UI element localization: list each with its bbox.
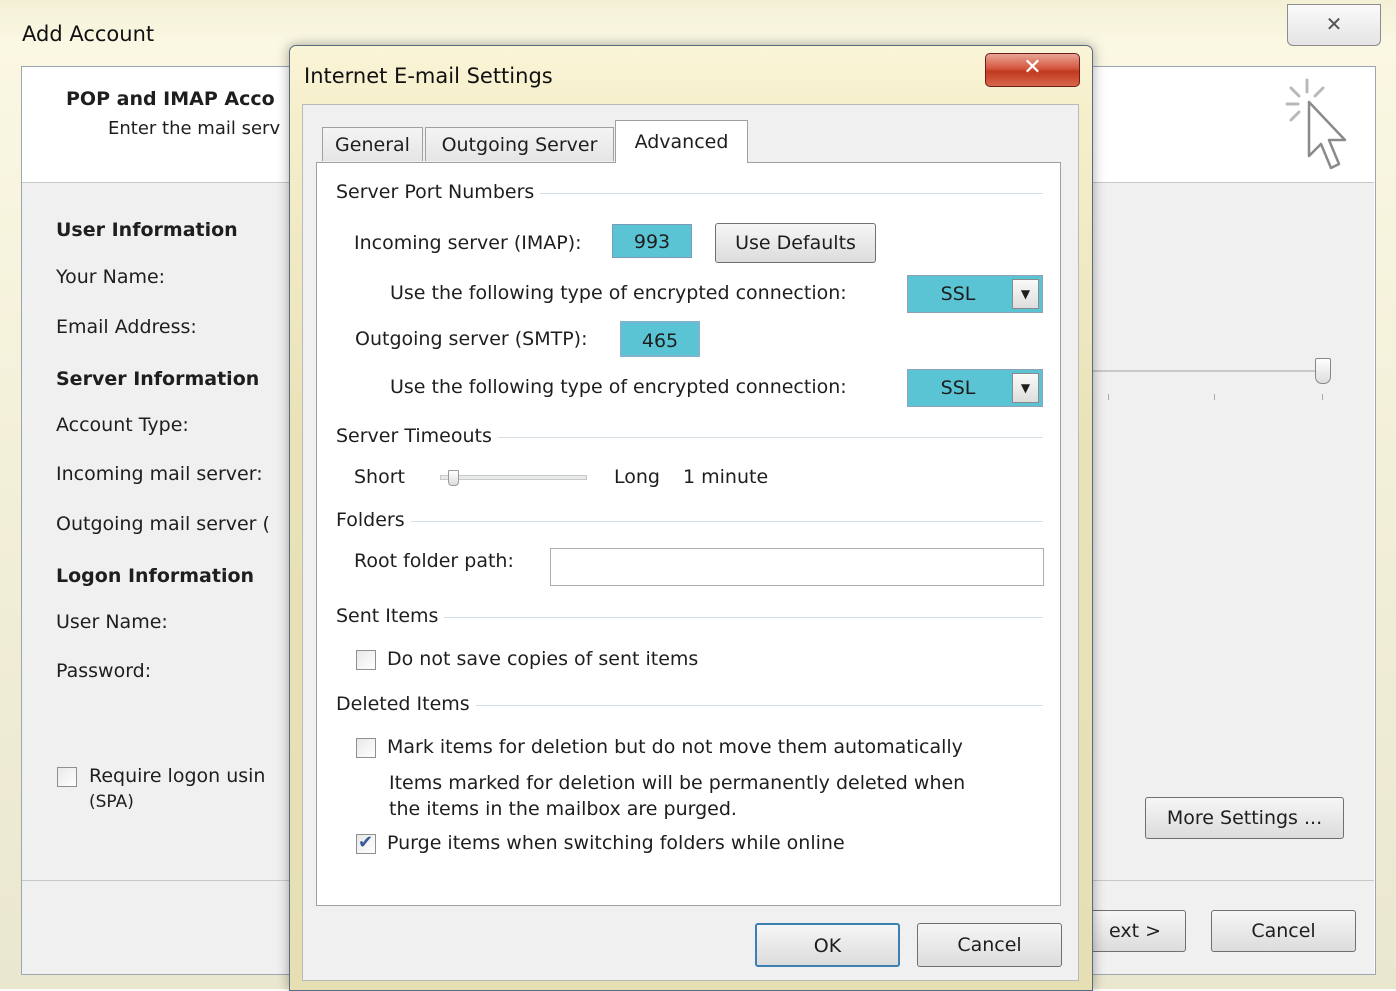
bg-slider-track (1092, 370, 1324, 372)
timeout-slider-thumb[interactable] (448, 470, 459, 486)
tab-outgoing-server[interactable]: Outgoing Server (425, 127, 614, 161)
account-type-label: Account Type: (56, 414, 189, 436)
outgoing-encryption-select[interactable]: SSL ▼ (907, 369, 1043, 407)
your-name-label: Your Name: (56, 266, 166, 288)
incoming-encryption-value: SSL (940, 283, 976, 305)
incoming-server-label: Incoming server (IMAP): (354, 232, 582, 254)
use-defaults-button[interactable]: Use Defaults (715, 223, 876, 263)
deletion-note-line1: Items marked for deletion will be perman… (389, 772, 966, 794)
slider-tick (1108, 394, 1109, 400)
timeout-value: 1 minute (683, 466, 769, 488)
cancel-button[interactable]: Cancel (917, 923, 1062, 967)
bg-slider-thumb[interactable] (1315, 358, 1331, 384)
root-folder-path-input[interactable] (550, 548, 1044, 586)
sent-items-group: Sent Items (336, 605, 445, 627)
require-logon-label: Require logon usin (89, 765, 266, 787)
deletion-note-line2: the items in the mailbox are purged. (389, 798, 737, 820)
purge-items-label: Purge items when switching folders while… (387, 832, 845, 854)
mark-for-deletion-label: Mark items for deletion but do not move … (387, 736, 963, 758)
incoming-encryption-label: Use the following type of encrypted conn… (390, 282, 847, 304)
incoming-mail-server-label: Incoming mail server: (56, 463, 263, 485)
tab-general[interactable]: General (322, 127, 423, 161)
password-label: Password: (56, 660, 152, 682)
do-not-save-sent-checkbox[interactable] (356, 650, 376, 670)
mark-for-deletion-checkbox[interactable] (356, 738, 376, 758)
folders-group: Folders (336, 509, 411, 531)
close-icon: ✕ (1325, 12, 1343, 36)
add-account-title: Add Account (22, 22, 155, 46)
outgoing-port-input[interactable]: 465 (620, 321, 700, 357)
header-subtitle: Enter the mail serv (108, 118, 281, 139)
incoming-encryption-select[interactable]: SSL ▼ (907, 275, 1043, 313)
root-folder-path-label: Root folder path: (354, 550, 514, 572)
require-logon-checkbox[interactable] (57, 767, 77, 787)
server-timeouts-group: Server Timeouts (336, 425, 498, 447)
wizard-cursor-icon (1285, 78, 1347, 170)
advanced-tab-panel (316, 162, 1061, 906)
chevron-down-icon[interactable]: ▼ (1012, 279, 1039, 309)
email-address-label: Email Address: (56, 316, 197, 338)
outgoing-server-label: Outgoing server (SMTP): (355, 328, 588, 350)
close-icon: ✕ (1023, 55, 1042, 80)
user-name-label: User Name: (56, 611, 168, 633)
add-account-close-button[interactable]: ✕ (1287, 4, 1381, 46)
deleted-items-group: Deleted Items (336, 693, 476, 715)
slider-tick (1214, 394, 1215, 400)
header-title: POP and IMAP Acco (66, 88, 275, 110)
timeout-long-label: Long (614, 466, 660, 488)
slider-tick (1322, 394, 1323, 400)
next-button[interactable]: ext > (1084, 910, 1186, 952)
incoming-port-input[interactable]: 993 (612, 224, 692, 258)
timeout-slider-track[interactable] (440, 475, 587, 480)
logon-information-heading: Logon Information (56, 565, 255, 587)
dialog-title: Internet E-mail Settings (304, 64, 553, 88)
do-not-save-sent-label: Do not save copies of sent items (387, 648, 699, 670)
ok-button[interactable]: OK (755, 923, 900, 967)
dialog-close-button[interactable]: ✕ (985, 53, 1080, 87)
outgoing-encryption-label: Use the following type of encrypted conn… (390, 376, 847, 398)
more-settings-button[interactable]: More Settings ... (1145, 797, 1344, 839)
group-divider (336, 521, 1043, 522)
outgoing-mail-server-label: Outgoing mail server ( (56, 513, 270, 535)
tab-advanced[interactable]: Advanced (615, 120, 748, 163)
outgoing-encryption-value: SSL (940, 377, 976, 399)
timeout-short-label: Short (354, 466, 405, 488)
chevron-down-icon[interactable]: ▼ (1012, 373, 1039, 403)
purge-items-checkbox[interactable] (356, 832, 376, 854)
wizard-cancel-button[interactable]: Cancel (1211, 910, 1356, 952)
user-information-heading: User Information (56, 219, 238, 241)
server-port-numbers-group: Server Port Numbers (336, 181, 541, 203)
require-logon-label-line2: (SPA) (89, 792, 134, 812)
server-information-heading: Server Information (56, 368, 260, 390)
